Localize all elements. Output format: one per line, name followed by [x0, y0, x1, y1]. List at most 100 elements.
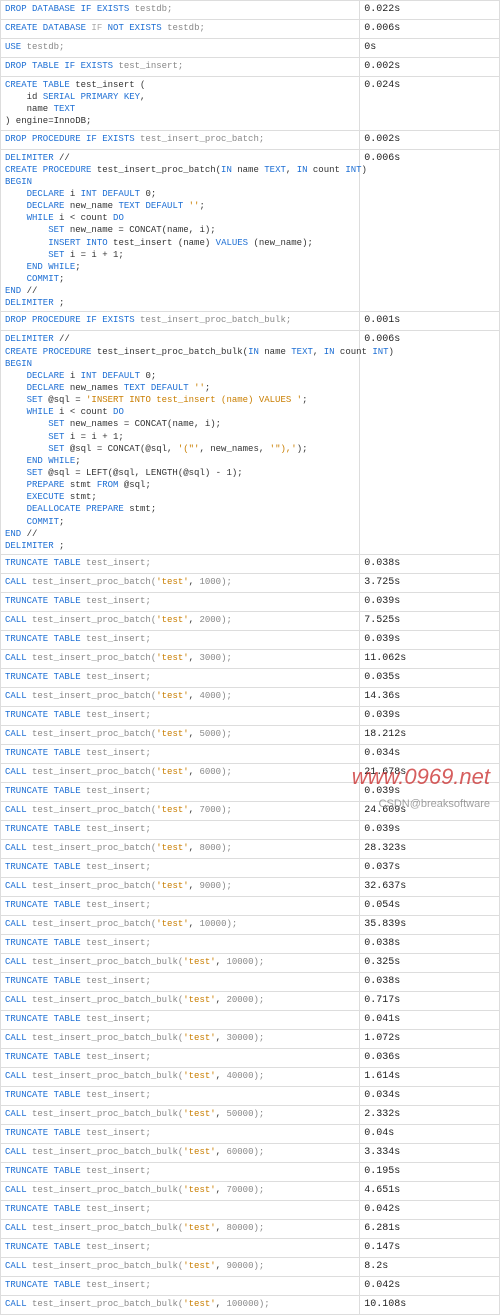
sql-cell: CALL test_insert_proc_batch('test', 7000…: [1, 801, 360, 820]
time-cell: 1.072s: [360, 1029, 500, 1048]
time-cell: 0.042s: [360, 1276, 500, 1295]
sql-cell: TRUNCATE TABLE test_insert;: [1, 1010, 360, 1029]
time-cell: 35.839s: [360, 915, 500, 934]
table-row: TRUNCATE TABLE test_insert;0.039s: [1, 706, 500, 725]
time-cell: 0.147s: [360, 1238, 500, 1257]
table-row: CALL test_insert_proc_batch_bulk('test',…: [1, 953, 500, 972]
table-row: TRUNCATE TABLE test_insert;0.038s: [1, 972, 500, 991]
table-row: TRUNCATE TABLE test_insert;0.039s: [1, 592, 500, 611]
table-row: DROP TABLE IF EXISTS test_insert;0.002s: [1, 58, 500, 77]
time-cell: 0.042s: [360, 1200, 500, 1219]
time-cell: 0.041s: [360, 1010, 500, 1029]
sql-cell: USE testdb;: [1, 39, 360, 58]
table-row: TRUNCATE TABLE test_insert;0.042s: [1, 1200, 500, 1219]
sql-cell: CALL test_insert_proc_batch('test', 2000…: [1, 611, 360, 630]
sql-cell: DROP DATABASE IF EXISTS testdb;: [1, 1, 360, 20]
table-row: CALL test_insert_proc_batch_bulk('test',…: [1, 1257, 500, 1276]
sql-cell: CALL test_insert_proc_batch_bulk('test',…: [1, 1295, 360, 1314]
sql-cell: CALL test_insert_proc_batch('test', 4000…: [1, 687, 360, 706]
sql-cell: CALL test_insert_proc_batch_bulk('test',…: [1, 991, 360, 1010]
table-row: TRUNCATE TABLE test_insert;0.034s: [1, 1086, 500, 1105]
sql-cell: DROP PROCEDURE IF EXISTS test_insert_pro…: [1, 312, 360, 331]
table-row: DROP PROCEDURE IF EXISTS test_insert_pro…: [1, 312, 500, 331]
table-row: CREATE TABLE test_insert ( id SERIAL PRI…: [1, 77, 500, 131]
time-cell: 2.332s: [360, 1105, 500, 1124]
sql-cell: TRUNCATE TABLE test_insert;: [1, 896, 360, 915]
sql-cell: TRUNCATE TABLE test_insert;: [1, 972, 360, 991]
time-cell: 0.039s: [360, 706, 500, 725]
sql-cell: TRUNCATE TABLE test_insert;: [1, 820, 360, 839]
time-cell: 0.002s: [360, 58, 500, 77]
table-row: CALL test_insert_proc_batch('test', 5000…: [1, 725, 500, 744]
table-row: CALL test_insert_proc_batch_bulk('test',…: [1, 1143, 500, 1162]
time-cell: 7.525s: [360, 611, 500, 630]
table-row: TRUNCATE TABLE test_insert;0.041s: [1, 1010, 500, 1029]
time-cell: 0.034s: [360, 744, 500, 763]
table-row: TRUNCATE TABLE test_insert;0.039s: [1, 630, 500, 649]
time-cell: 0.006s: [360, 149, 500, 312]
table-row: CALL test_insert_proc_batch_bulk('test',…: [1, 1105, 500, 1124]
time-cell: 0.001s: [360, 312, 500, 331]
time-cell: 0.035s: [360, 668, 500, 687]
time-cell: 0.038s: [360, 554, 500, 573]
time-cell: 21.678s: [360, 763, 500, 782]
time-cell: 3.725s: [360, 573, 500, 592]
time-cell: 0.034s: [360, 1086, 500, 1105]
time-cell: 0s: [360, 39, 500, 58]
table-row: CALL test_insert_proc_batch_bulk('test',…: [1, 1219, 500, 1238]
time-cell: 0.037s: [360, 858, 500, 877]
sql-cell: CALL test_insert_proc_batch_bulk('test',…: [1, 1219, 360, 1238]
time-cell: 10.108s: [360, 1295, 500, 1314]
table-row: TRUNCATE TABLE test_insert;0.035s: [1, 668, 500, 687]
sql-cell: CALL test_insert_proc_batch_bulk('test',…: [1, 1181, 360, 1200]
sql-cell: CALL test_insert_proc_batch_bulk('test',…: [1, 1029, 360, 1048]
sql-cell: DROP PROCEDURE IF EXISTS test_insert_pro…: [1, 130, 360, 149]
time-cell: 0.036s: [360, 1048, 500, 1067]
table-row: CALL test_insert_proc_batch('test', 9000…: [1, 877, 500, 896]
table-row: TRUNCATE TABLE test_insert;0.037s: [1, 858, 500, 877]
time-cell: 0.038s: [360, 934, 500, 953]
table-row: DELIMITER // CREATE PROCEDURE test_inser…: [1, 149, 500, 312]
time-cell: 0.002s: [360, 130, 500, 149]
table-row: CALL test_insert_proc_batch_bulk('test',…: [1, 991, 500, 1010]
table-row: CREATE DATABASE IF NOT EXISTS testdb;0.0…: [1, 20, 500, 39]
sql-cell: CALL test_insert_proc_batch('test', 8000…: [1, 839, 360, 858]
table-row: CALL test_insert_proc_batch('test', 1000…: [1, 573, 500, 592]
time-cell: 8.2s: [360, 1257, 500, 1276]
sql-cell: TRUNCATE TABLE test_insert;: [1, 1086, 360, 1105]
time-cell: 24.609s: [360, 801, 500, 820]
sql-cell: TRUNCATE TABLE test_insert;: [1, 1162, 360, 1181]
table-row: TRUNCATE TABLE test_insert;0.042s: [1, 1276, 500, 1295]
sql-cell: DELIMITER // CREATE PROCEDURE test_inser…: [1, 149, 360, 312]
sql-cell: CALL test_insert_proc_batch('test', 6000…: [1, 763, 360, 782]
time-cell: 0.039s: [360, 782, 500, 801]
sql-result-table: DROP DATABASE IF EXISTS testdb;0.022sCRE…: [0, 0, 500, 1315]
sql-cell: CREATE TABLE test_insert ( id SERIAL PRI…: [1, 77, 360, 131]
time-cell: 11.062s: [360, 649, 500, 668]
table-row: CALL test_insert_proc_batch('test', 3000…: [1, 649, 500, 668]
table-row: CALL test_insert_proc_batch('test', 4000…: [1, 687, 500, 706]
table-row: CALL test_insert_proc_batch_bulk('test',…: [1, 1295, 500, 1314]
sql-cell: CALL test_insert_proc_batch_bulk('test',…: [1, 953, 360, 972]
time-cell: 0.195s: [360, 1162, 500, 1181]
time-cell: 6.281s: [360, 1219, 500, 1238]
time-cell: 0.04s: [360, 1124, 500, 1143]
sql-cell: CALL test_insert_proc_batch('test', 9000…: [1, 877, 360, 896]
table-row: CALL test_insert_proc_batch_bulk('test',…: [1, 1067, 500, 1086]
sql-cell: TRUNCATE TABLE test_insert;: [1, 554, 360, 573]
sql-cell: CALL test_insert_proc_batch_bulk('test',…: [1, 1105, 360, 1124]
time-cell: 0.717s: [360, 991, 500, 1010]
sql-cell: TRUNCATE TABLE test_insert;: [1, 1276, 360, 1295]
sql-cell: TRUNCATE TABLE test_insert;: [1, 1238, 360, 1257]
time-cell: 3.334s: [360, 1143, 500, 1162]
sql-cell: CALL test_insert_proc_batch('test', 5000…: [1, 725, 360, 744]
table-row: DELIMITER // CREATE PROCEDURE test_inser…: [1, 331, 500, 555]
sql-cell: CALL test_insert_proc_batch('test', 1000…: [1, 573, 360, 592]
table-row: TRUNCATE TABLE test_insert;0.195s: [1, 1162, 500, 1181]
sql-cell: CALL test_insert_proc_batch_bulk('test',…: [1, 1067, 360, 1086]
table-row: TRUNCATE TABLE test_insert;0.034s: [1, 744, 500, 763]
sql-cell: TRUNCATE TABLE test_insert;: [1, 668, 360, 687]
time-cell: 0.039s: [360, 630, 500, 649]
table-row: CALL test_insert_proc_batch('test', 1000…: [1, 915, 500, 934]
sql-cell: CREATE DATABASE IF NOT EXISTS testdb;: [1, 20, 360, 39]
